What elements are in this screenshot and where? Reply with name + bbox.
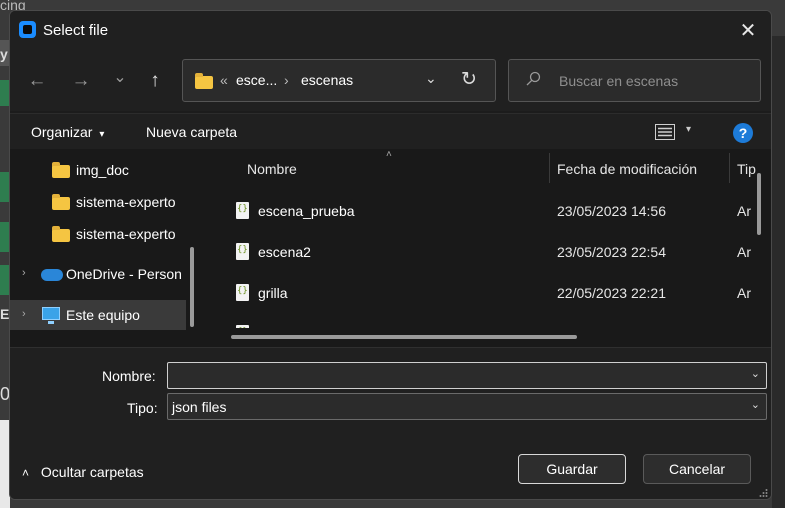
file-list: ˄ Nombre Fecha de modificación Tip escen… — [206, 149, 771, 347]
sidebar-item-label: sistema-experto — [76, 226, 176, 242]
file-name-field[interactable]: ⌄ — [167, 362, 767, 389]
up-button[interactable]: ↑ — [141, 67, 169, 95]
cloud-icon — [41, 269, 63, 281]
json-file-icon — [236, 243, 249, 260]
sidebar-item-img-doc[interactable]: img_doc — [10, 155, 186, 185]
sidebar-item-label: img_doc — [76, 162, 129, 178]
arrow-left-icon: ← — [27, 70, 47, 91]
chevron-down-icon: ▾ — [99, 129, 105, 140]
file-name: escena2 — [258, 244, 311, 260]
file-row[interactable]: escena2 23/05/2023 22:54 Ar — [206, 232, 754, 272]
search-icon — [526, 71, 541, 86]
folder-icon — [52, 226, 70, 242]
sidebar-item-sistema-experto-2[interactable]: sistema-experto — [10, 219, 186, 249]
sidebar-item-sistema-experto[interactable]: sistema-experto — [10, 187, 186, 217]
folder-icon — [52, 194, 70, 210]
app-icon — [19, 21, 36, 38]
breadcrumb-item[interactable]: escenas — [301, 72, 353, 88]
file-date: 23/05/2023 14:56 — [557, 203, 666, 219]
close-icon: ✕ — [739, 19, 757, 42]
save-button[interactable]: Guardar — [518, 454, 626, 484]
file-date: 23/05/2023 22:54 — [557, 244, 666, 260]
chevron-right-icon[interactable]: › — [22, 267, 26, 279]
column-header-type[interactable]: Tip — [737, 161, 756, 177]
file-list-horizontal-scrollbar[interactable] — [231, 335, 577, 339]
sidebar-item-onedrive[interactable]: › OneDrive - Person — [10, 259, 186, 289]
file-date: 22/05/2023 22:21 — [557, 285, 666, 301]
chevron-up-icon: ˄ — [22, 466, 30, 480]
arrow-right-icon: → — [71, 70, 91, 91]
dialog-footer: Nombre: ⌄ Tipo: json files ⌄ ˄ Ocultar c… — [10, 347, 771, 499]
column-header-date[interactable]: Fecha de modificación — [557, 161, 697, 177]
address-bar[interactable]: « esce... › escenas ⌄ ↻ — [182, 59, 496, 102]
sidebar-item-this-pc[interactable]: › Este equipo — [10, 300, 186, 330]
refresh-icon[interactable]: ↻ — [461, 68, 477, 91]
cancel-button[interactable]: Cancelar — [643, 454, 751, 484]
file-type: Ar — [737, 203, 751, 219]
background-edge — [772, 36, 785, 508]
computer-icon — [42, 307, 60, 324]
file-row[interactable] — [206, 314, 754, 328]
breadcrumb-separator-icon[interactable]: › — [284, 72, 289, 88]
address-overflow-icon[interactable]: « — [220, 72, 228, 88]
title-bar: Select file ✕ — [10, 11, 771, 49]
navigation-bar: ← → ⌄ ↑ « esce... › escenas ⌄ ↻ Buscar e… — [10, 49, 771, 111]
folder-icon — [195, 73, 213, 89]
chevron-down-icon: ⌄ — [113, 69, 127, 86]
file-list-vertical-scrollbar[interactable] — [757, 173, 761, 235]
hide-folders-button[interactable]: ˄ Ocultar carpetas — [22, 464, 144, 480]
command-bar: Organizar ▾ Nueva carpeta ▾ ? — [10, 113, 771, 149]
column-divider[interactable] — [729, 153, 730, 183]
file-type: Ar — [737, 285, 751, 301]
organize-button[interactable]: Organizar ▾ — [31, 124, 104, 140]
organize-label: Organizar — [31, 124, 93, 140]
arrow-up-icon: ↑ — [150, 70, 160, 91]
file-row[interactable]: grilla 22/05/2023 22:21 Ar — [206, 273, 754, 313]
json-file-icon — [236, 202, 249, 219]
file-name: escena_prueba — [258, 203, 355, 219]
breadcrumb-item[interactable]: esce... — [236, 72, 277, 88]
folder-icon — [52, 162, 70, 178]
sidebar-scrollbar[interactable] — [190, 247, 194, 327]
sort-ascending-icon: ˄ — [386, 149, 392, 160]
file-dialog: Select file ✕ ← → ⌄ ↑ « esce... › escena… — [9, 10, 772, 500]
file-type: Ar — [737, 244, 751, 260]
search-input[interactable]: Buscar en escenas — [559, 73, 678, 89]
file-type-label: Tipo: — [127, 400, 158, 416]
address-dropdown-icon[interactable]: ⌄ — [425, 70, 437, 87]
json-file-icon — [236, 325, 249, 328]
background-text: y — [0, 46, 8, 62]
file-name-label: Nombre: — [102, 368, 156, 384]
chevron-right-icon[interactable]: › — [22, 308, 26, 320]
json-file-icon — [236, 284, 249, 301]
chevron-down-icon[interactable]: ⌄ — [751, 367, 760, 380]
resize-grip-icon[interactable] — [758, 488, 768, 498]
back-button[interactable]: ← — [23, 67, 51, 95]
background-text: E — [0, 306, 10, 322]
navigation-pane: img_doc sistema-experto sistema-experto … — [10, 149, 206, 347]
file-name: grilla — [258, 285, 288, 301]
column-divider[interactable] — [549, 153, 550, 183]
help-icon[interactable]: ? — [733, 123, 753, 143]
sidebar-item-label: Este equipo — [66, 307, 140, 323]
file-type-select[interactable]: json files ⌄ — [167, 393, 767, 420]
file-type-value: json files — [172, 399, 227, 415]
new-folder-button[interactable]: Nueva carpeta — [146, 124, 237, 140]
view-options-icon[interactable] — [655, 124, 675, 140]
file-row[interactable]: escena_prueba 23/05/2023 14:56 Ar — [206, 191, 754, 231]
close-button[interactable]: ✕ — [725, 11, 771, 49]
sidebar-item-label: sistema-experto — [76, 194, 176, 210]
chevron-down-icon: ⌄ — [750, 399, 760, 411]
chevron-down-icon[interactable]: ▾ — [686, 124, 691, 135]
column-header-name[interactable]: Nombre — [247, 161, 297, 177]
search-box[interactable]: Buscar en escenas — [508, 59, 761, 102]
sidebar-item-label: OneDrive - Person — [66, 266, 182, 282]
hide-folders-label: Ocultar carpetas — [40, 464, 144, 480]
forward-button[interactable]: → — [67, 67, 95, 95]
dialog-title: Select file — [43, 22, 109, 39]
recent-locations-button[interactable]: ⌄ — [106, 63, 134, 91]
